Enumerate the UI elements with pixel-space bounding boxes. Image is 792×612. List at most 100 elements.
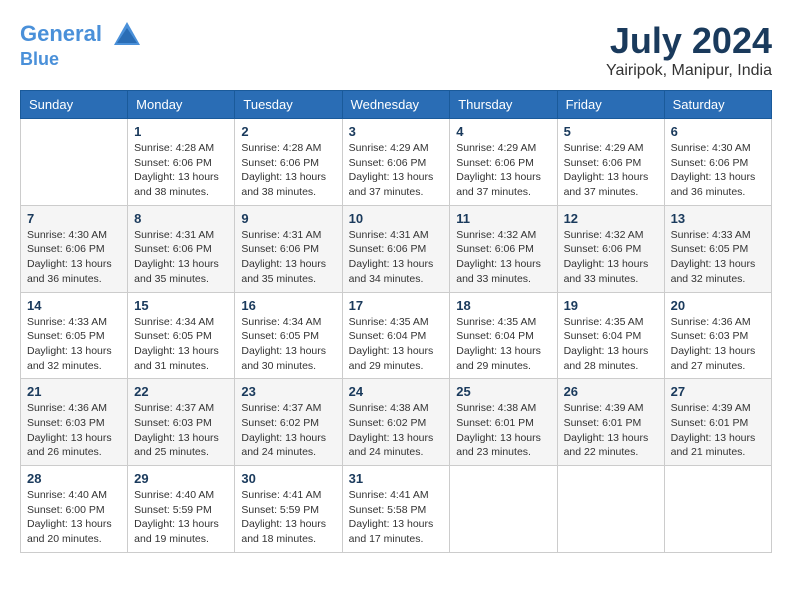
calendar-cell: 15Sunrise: 4:34 AMSunset: 6:05 PMDayligh… (128, 292, 235, 379)
day-number: 25 (456, 384, 550, 399)
month-year: July 2024 (606, 20, 772, 62)
weekday-tuesday: Tuesday (235, 91, 342, 119)
calendar-cell: 1 Sunrise: 4:28 AMSunset: 6:06 PMDaylight… (128, 119, 235, 206)
day-number: 1 (134, 124, 228, 139)
weekday-header-row: SundayMondayTuesdayWednesdayThursdayFrid… (21, 91, 772, 119)
day-info: Sunrise: 4:37 AMSunset: 6:03 PMDaylight:… (134, 401, 228, 460)
day-number: 5 (564, 124, 658, 139)
weekday-sunday: Sunday (21, 91, 128, 119)
day-number: 27 (671, 384, 765, 399)
day-info: Sunrise: 4:29 AMSunset: 6:06 PMDaylight:… (456, 141, 550, 200)
day-number: 28 (27, 471, 121, 486)
calendar-cell: 17 Sunrise: 4:35 AMSunset: 6:04 PMDayligh… (342, 292, 450, 379)
logo-text: General (20, 20, 142, 50)
day-number: 4 (456, 124, 550, 139)
calendar-cell: 22 Sunrise: 4:37 AMSunset: 6:03 PMDayligh… (128, 379, 235, 466)
calendar-cell: 24Sunrise: 4:38 AMSunset: 6:02 PMDayligh… (342, 379, 450, 466)
day-number: 9 (241, 211, 335, 226)
calendar-cell (557, 466, 664, 553)
day-number: 26 (564, 384, 658, 399)
calendar-cell: 31Sunrise: 4:41 AMSunset: 5:58 PMDayligh… (342, 466, 450, 553)
day-number: 21 (27, 384, 121, 399)
calendar-cell: 7Sunrise: 4:30 AMSunset: 6:06 PMDaylight… (21, 205, 128, 292)
calendar-cell: 19Sunrise: 4:35 AMSunset: 6:04 PMDayligh… (557, 292, 664, 379)
calendar-cell (21, 119, 128, 206)
day-number: 7 (27, 211, 121, 226)
day-info: Sunrise: 4:40 AMSunset: 6:00 PMDaylight:… (27, 488, 121, 547)
day-number: 17 (349, 298, 444, 313)
day-info: Sunrise: 4:32 AMSunset: 6:06 PMDaylight:… (456, 228, 550, 287)
calendar-table: SundayMondayTuesdayWednesdayThursdayFrid… (20, 90, 772, 553)
calendar-cell: 23 Sunrise: 4:37 AMSunset: 6:02 PMDayligh… (235, 379, 342, 466)
day-number: 23 (241, 384, 335, 399)
day-number: 11 (456, 211, 550, 226)
day-number: 20 (671, 298, 765, 313)
day-info: Sunrise: 4:31 AMSunset: 6:06 PMDaylight:… (134, 228, 228, 287)
day-number: 22 (134, 384, 228, 399)
calendar-cell: 16Sunrise: 4:34 AMSunset: 6:05 PMDayligh… (235, 292, 342, 379)
calendar-cell: 6 Sunrise: 4:30 AMSunset: 6:06 PMDaylight… (664, 119, 771, 206)
weekday-friday: Friday (557, 91, 664, 119)
title-block: July 2024 Yairipok, Manipur, India (606, 20, 772, 80)
week-row-5: 28 Sunrise: 4:40 AMSunset: 6:00 PMDayligh… (21, 466, 772, 553)
day-info: Sunrise: 4:34 AMSunset: 6:05 PMDaylight:… (241, 315, 335, 374)
calendar-cell: 26 Sunrise: 4:39 AMSunset: 6:01 PMDayligh… (557, 379, 664, 466)
day-info: Sunrise: 4:33 AMSunset: 6:05 PMDaylight:… (27, 315, 121, 374)
day-info: Sunrise: 4:34 AMSunset: 6:05 PMDaylight:… (134, 315, 228, 374)
day-info: Sunrise: 4:31 AMSunset: 6:06 PMDaylight:… (241, 228, 335, 287)
day-number: 18 (456, 298, 550, 313)
calendar-cell: 25 Sunrise: 4:38 AMSunset: 6:01 PMDayligh… (450, 379, 557, 466)
week-row-3: 14 Sunrise: 4:33 AMSunset: 6:05 PMDayligh… (21, 292, 772, 379)
calendar-cell: 14 Sunrise: 4:33 AMSunset: 6:05 PMDayligh… (21, 292, 128, 379)
day-info: Sunrise: 4:28 AMSunset: 6:06 PMDaylight:… (134, 141, 228, 200)
day-number: 14 (27, 298, 121, 313)
day-info: Sunrise: 4:35 AMSunset: 6:04 PMDaylight:… (349, 315, 444, 374)
calendar-cell: 29Sunrise: 4:40 AMSunset: 5:59 PMDayligh… (128, 466, 235, 553)
calendar-cell: 10Sunrise: 4:31 AMSunset: 6:06 PMDayligh… (342, 205, 450, 292)
day-number: 31 (349, 471, 444, 486)
page-header: General Blue July 2024 Yairipok, Manipur… (20, 20, 772, 80)
calendar-cell: 8Sunrise: 4:31 AMSunset: 6:06 PMDaylight… (128, 205, 235, 292)
calendar-cell: 21 Sunrise: 4:36 AMSunset: 6:03 PMDayligh… (21, 379, 128, 466)
day-number: 3 (349, 124, 444, 139)
day-info: Sunrise: 4:28 AMSunset: 6:06 PMDaylight:… (241, 141, 335, 200)
day-info: Sunrise: 4:36 AMSunset: 6:03 PMDaylight:… (27, 401, 121, 460)
day-info: Sunrise: 4:30 AMSunset: 6:06 PMDaylight:… (671, 141, 765, 200)
day-number: 30 (241, 471, 335, 486)
location: Yairipok, Manipur, India (606, 62, 772, 80)
day-info: Sunrise: 4:32 AMSunset: 6:06 PMDaylight:… (564, 228, 658, 287)
calendar-cell: 9 Sunrise: 4:31 AMSunset: 6:06 PMDaylight… (235, 205, 342, 292)
day-number: 2 (241, 124, 335, 139)
day-info: Sunrise: 4:37 AMSunset: 6:02 PMDaylight:… (241, 401, 335, 460)
day-number: 29 (134, 471, 228, 486)
calendar-cell: 3 Sunrise: 4:29 AMSunset: 6:06 PMDaylight… (342, 119, 450, 206)
day-info: Sunrise: 4:36 AMSunset: 6:03 PMDaylight:… (671, 315, 765, 374)
day-info: Sunrise: 4:41 AMSunset: 5:59 PMDaylight:… (241, 488, 335, 547)
calendar-cell: 13Sunrise: 4:33 AMSunset: 6:05 PMDayligh… (664, 205, 771, 292)
week-row-2: 7Sunrise: 4:30 AMSunset: 6:06 PMDaylight… (21, 205, 772, 292)
day-number: 13 (671, 211, 765, 226)
day-number: 10 (349, 211, 444, 226)
day-info: Sunrise: 4:29 AMSunset: 6:06 PMDaylight:… (349, 141, 444, 200)
weekday-monday: Monday (128, 91, 235, 119)
calendar-cell: 20 Sunrise: 4:36 AMSunset: 6:03 PMDayligh… (664, 292, 771, 379)
calendar-cell: 4 Sunrise: 4:29 AMSunset: 6:06 PMDaylight… (450, 119, 557, 206)
weekday-wednesday: Wednesday (342, 91, 450, 119)
calendar-cell: 11 Sunrise: 4:32 AMSunset: 6:06 PMDayligh… (450, 205, 557, 292)
day-info: Sunrise: 4:39 AMSunset: 6:01 PMDaylight:… (671, 401, 765, 460)
day-info: Sunrise: 4:38 AMSunset: 6:01 PMDaylight:… (456, 401, 550, 460)
calendar-cell: 5 Sunrise: 4:29 AMSunset: 6:06 PMDaylight… (557, 119, 664, 206)
day-info: Sunrise: 4:29 AMSunset: 6:06 PMDaylight:… (564, 141, 658, 200)
day-number: 6 (671, 124, 765, 139)
calendar-cell (450, 466, 557, 553)
day-number: 12 (564, 211, 658, 226)
calendar-cell: 18 Sunrise: 4:35 AMSunset: 6:04 PMDayligh… (450, 292, 557, 379)
day-info: Sunrise: 4:38 AMSunset: 6:02 PMDaylight:… (349, 401, 444, 460)
calendar-cell (664, 466, 771, 553)
calendar-cell: 2 Sunrise: 4:28 AMSunset: 6:06 PMDaylight… (235, 119, 342, 206)
calendar-cell: 28 Sunrise: 4:40 AMSunset: 6:00 PMDayligh… (21, 466, 128, 553)
day-info: Sunrise: 4:35 AMSunset: 6:04 PMDaylight:… (456, 315, 550, 374)
day-info: Sunrise: 4:39 AMSunset: 6:01 PMDaylight:… (564, 401, 658, 460)
calendar-cell: 12 Sunrise: 4:32 AMSunset: 6:06 PMDayligh… (557, 205, 664, 292)
calendar-cell: 30 Sunrise: 4:41 AMSunset: 5:59 PMDayligh… (235, 466, 342, 553)
